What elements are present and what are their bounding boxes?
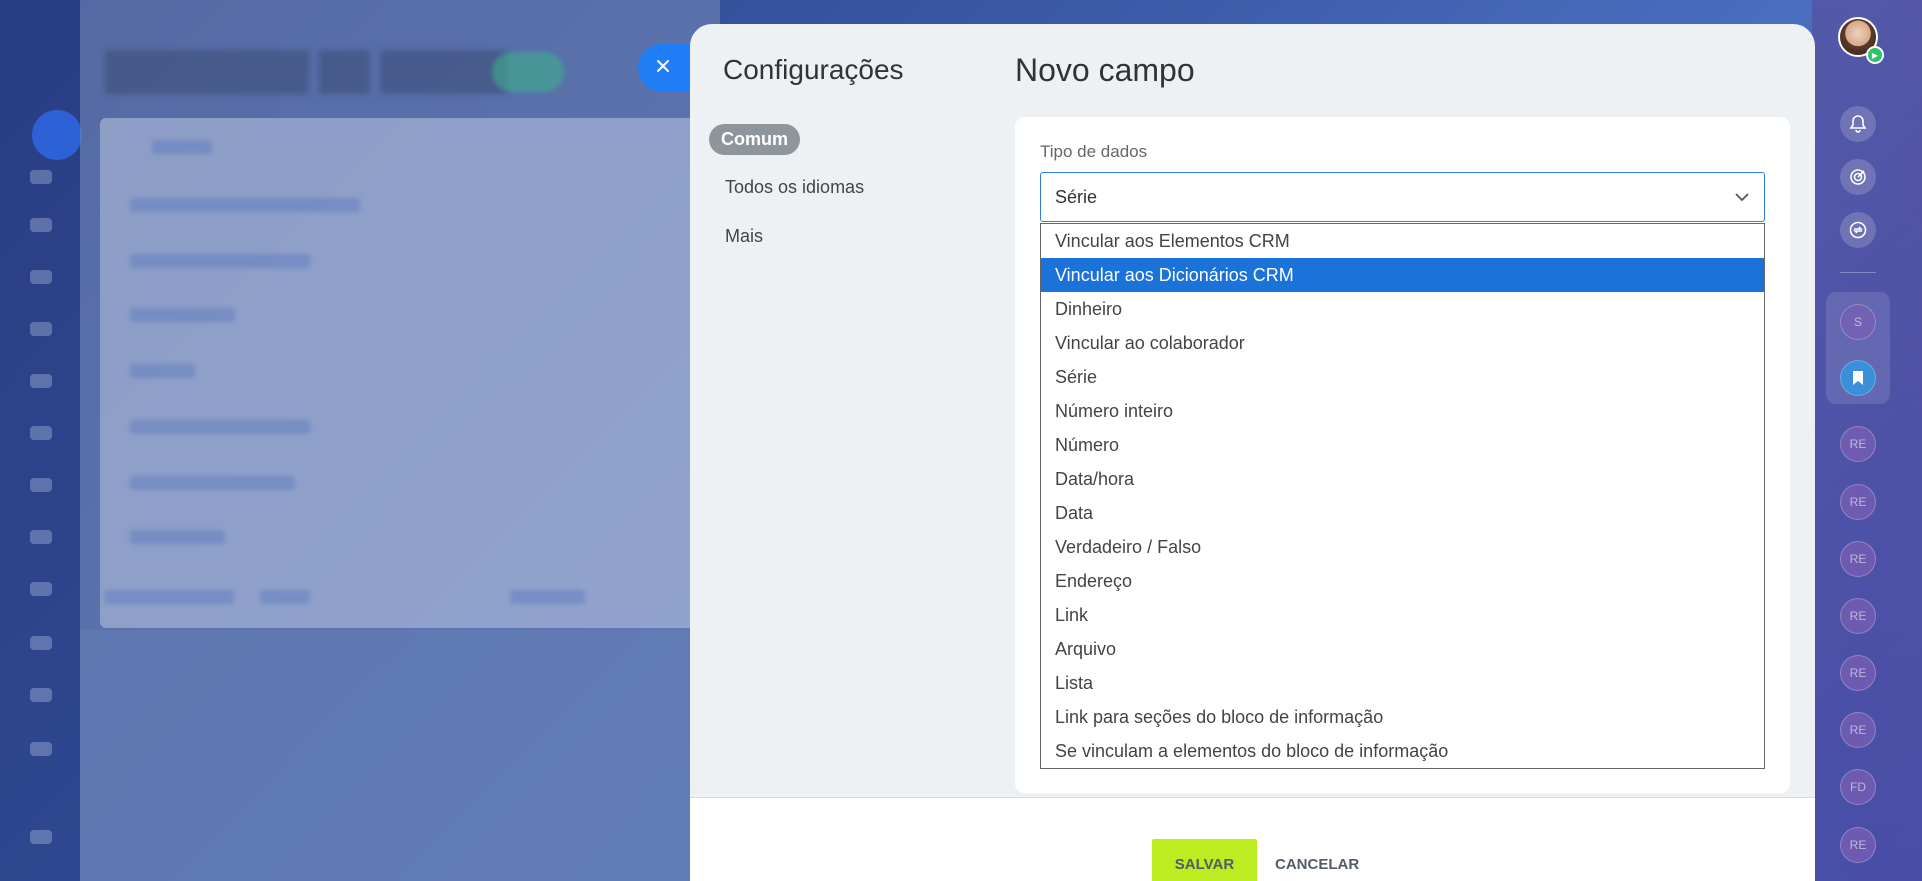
background-menu-icon [30, 830, 52, 844]
dropdown-option[interactable]: Arquivo [1041, 632, 1764, 666]
background-table-row [130, 476, 295, 490]
dropdown-option[interactable]: Série [1041, 360, 1764, 394]
rail-contact-bubble[interactable]: FD [1840, 769, 1876, 805]
data-type-selected-value: Série [1055, 186, 1098, 207]
background-table-row [130, 530, 225, 544]
target-icon[interactable] [1840, 159, 1876, 195]
dropdown-option[interactable]: Vincular ao colaborador [1041, 326, 1764, 360]
close-slider-button[interactable] [638, 44, 698, 92]
background-menu-icon [30, 478, 52, 492]
rail-divider [1840, 272, 1876, 273]
data-type-label: Tipo de dados [1040, 142, 1148, 161]
dropdown-option[interactable]: Lista [1041, 666, 1764, 700]
rail-contact-bubble[interactable]: RE [1840, 712, 1876, 748]
rail-contact-bubble[interactable]: RE [1840, 827, 1876, 863]
background-menu-icon [30, 374, 52, 388]
background-table-row [130, 254, 310, 268]
chevron-down-icon [1734, 189, 1750, 210]
background-left-sidebar [0, 0, 82, 881]
background-lower-area [80, 630, 720, 881]
background-table-row [510, 590, 585, 604]
background-table-row [130, 420, 310, 434]
close-icon [655, 58, 671, 79]
dropdown-option[interactable]: Número inteiro [1041, 394, 1764, 428]
page-title: Novo campo [1015, 52, 1195, 88]
dropdown-option[interactable]: Se vinculam a elementos do bloco de info… [1041, 734, 1764, 768]
dropdown-option[interactable]: Data [1041, 496, 1764, 530]
rail-contact-bubble[interactable]: RE [1840, 541, 1876, 577]
dropdown-option[interactable]: Dinheiro [1041, 292, 1764, 326]
background-table-row [152, 140, 212, 154]
dropdown-option-highlighted[interactable]: Vincular aos Dicionários CRM [1041, 258, 1764, 292]
save-button[interactable]: SALVAR [1152, 839, 1257, 881]
background-menu-icon [30, 170, 52, 184]
dropdown-option[interactable]: Data/hora [1041, 462, 1764, 496]
background-menu-icon [30, 582, 52, 596]
notifications-bell-icon[interactable] [1840, 106, 1876, 142]
data-type-dropdown-list: Vincular aos Elementos CRM Vincular aos … [1040, 223, 1765, 769]
background-table-row [130, 308, 235, 322]
dropdown-option[interactable]: Vincular aos Elementos CRM [1041, 224, 1764, 258]
rail-contact-bubble[interactable]: RE [1840, 598, 1876, 634]
bookmark-icon[interactable] [1840, 360, 1876, 396]
dropdown-option[interactable]: Endereço [1041, 564, 1764, 598]
online-status-icon: ▶ [1866, 46, 1884, 64]
dropdown-option[interactable]: Link [1041, 598, 1764, 632]
cancel-button[interactable]: CANCELAR [1275, 839, 1359, 881]
background-menu-icon [30, 688, 52, 702]
dropdown-option[interactable]: Link para seções do bloco de informação [1041, 700, 1764, 734]
background-table-card [100, 118, 720, 628]
field-settings-modal: Configurações Comum Todos os idiomas Mai… [690, 24, 1815, 881]
background-table-row [130, 364, 195, 378]
background-menu-icon [30, 218, 52, 232]
rail-contact-bubble[interactable]: RE [1840, 655, 1876, 691]
tab-comum[interactable]: Comum [709, 124, 800, 155]
tab-mais[interactable]: Mais [725, 226, 763, 247]
tab-todos-os-idiomas[interactable]: Todos os idiomas [725, 177, 864, 198]
background-table-row [130, 198, 360, 212]
settings-title: Configurações [723, 54, 904, 85]
data-type-select[interactable]: Série [1040, 172, 1765, 222]
dropdown-option[interactable]: Número [1041, 428, 1764, 462]
field-form-card: Tipo de dados Série Vincular aos Element… [1015, 117, 1790, 793]
background-menu-icon [30, 426, 52, 440]
background-table-row [104, 590, 234, 604]
background-menu-icon [30, 742, 52, 756]
background-left-sidebar-blob [32, 110, 82, 160]
background-menu-icon [30, 530, 52, 544]
dropdown-option[interactable]: Verdadeiro / Falso [1041, 530, 1764, 564]
chat-sync-icon[interactable] [1840, 212, 1876, 248]
background-menu-icon [30, 270, 52, 284]
rail-contact-bubble[interactable]: S [1840, 304, 1876, 340]
background-green-button [492, 52, 564, 92]
background-menu-icon [30, 322, 52, 336]
background-table-row [260, 590, 310, 604]
background-menu-icon [30, 636, 52, 650]
modal-footer: SALVAR CANCELAR [690, 797, 1815, 881]
background-page-title: ████████ ██ █████ [105, 50, 508, 91]
rail-contact-bubble[interactable]: RE [1840, 484, 1876, 520]
rail-contact-bubble[interactable]: RE [1840, 426, 1876, 462]
